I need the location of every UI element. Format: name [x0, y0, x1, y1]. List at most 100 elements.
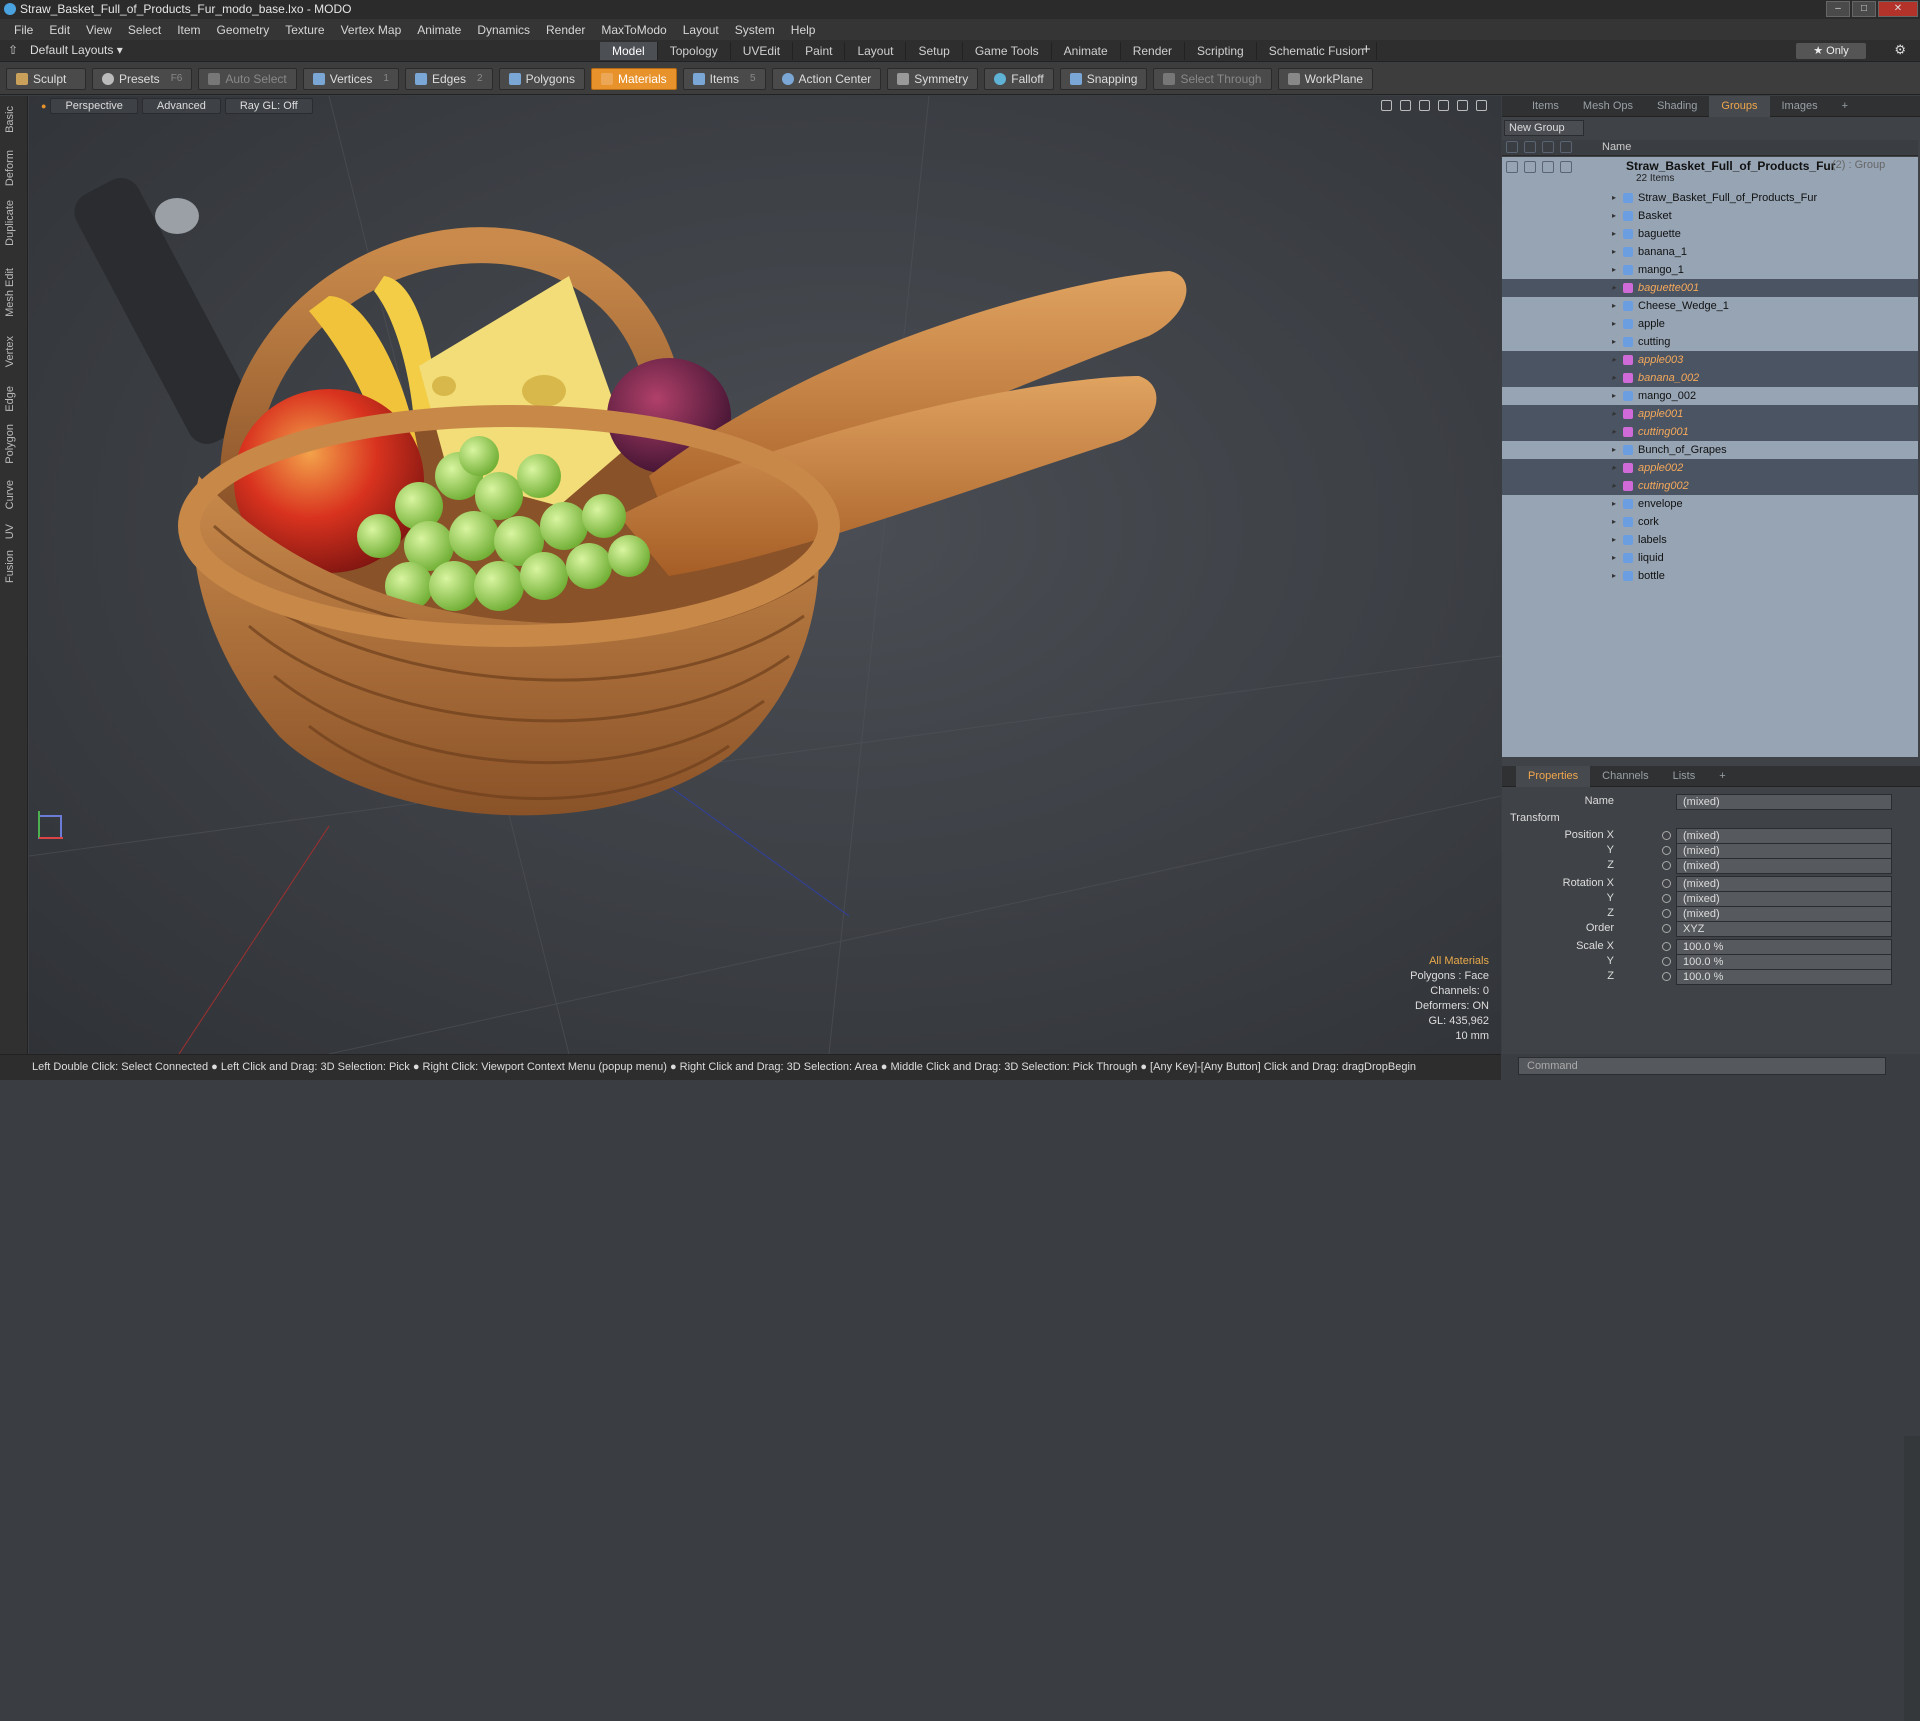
- workplane-button[interactable]: WorkPlane: [1277, 67, 1374, 90]
- expand-icon[interactable]: ▸: [1612, 351, 1616, 369]
- keyframe-icon[interactable]: [1662, 831, 1671, 840]
- left-tab-duplicate[interactable]: Duplicate: [4, 200, 16, 246]
- keyframe-icon[interactable]: [1662, 942, 1671, 951]
- order-dropdown[interactable]: XYZ: [1676, 921, 1892, 937]
- only-button[interactable]: ★ Only: [1796, 43, 1866, 59]
- left-tab-deform[interactable]: Deform: [4, 150, 16, 186]
- visibility-icon[interactable]: [1506, 161, 1518, 173]
- select-through-button[interactable]: Select Through: [1153, 67, 1272, 90]
- position-z-field[interactable]: (mixed): [1676, 858, 1892, 874]
- tab-animate[interactable]: Animate: [1052, 42, 1121, 60]
- position-y-field[interactable]: (mixed): [1676, 843, 1892, 859]
- keyframe-icon[interactable]: [1662, 924, 1671, 933]
- expand-icon[interactable]: ▸: [1612, 567, 1616, 585]
- visibility-icon[interactable]: [1506, 141, 1518, 153]
- list-item[interactable]: ▸ cutting002: [1502, 477, 1918, 495]
- menu-item[interactable]: Item: [169, 23, 208, 37]
- props-tab-channels[interactable]: Channels: [1590, 766, 1660, 787]
- list-item[interactable]: ▸ Bunch_of_Grapes: [1502, 441, 1918, 459]
- keyframe-icon[interactable]: [1662, 846, 1671, 855]
- menu-select[interactable]: Select: [120, 23, 169, 37]
- render-icon[interactable]: [1524, 141, 1536, 153]
- maximize-button[interactable]: □: [1852, 1, 1876, 17]
- vertices-button[interactable]: Vertices 1: [302, 67, 399, 90]
- panel-tab-groups[interactable]: Groups: [1709, 95, 1770, 117]
- panel-tab-items[interactable]: Items: [1520, 96, 1571, 117]
- menu-vertex-map[interactable]: Vertex Map: [333, 23, 410, 37]
- panel-tab-shading[interactable]: Shading: [1645, 96, 1709, 117]
- list-item[interactable]: ▸ cutting001: [1502, 423, 1918, 441]
- menu-layout[interactable]: Layout: [675, 23, 727, 37]
- tab-scripting[interactable]: Scripting: [1185, 42, 1257, 60]
- expand-icon[interactable]: ▸: [1612, 405, 1616, 423]
- expand-icon[interactable]: ▸: [1612, 495, 1616, 513]
- render-icon[interactable]: [1524, 161, 1536, 173]
- expand-icon[interactable]: ▸: [1612, 459, 1616, 477]
- list-item[interactable]: ▸ baguette: [1502, 225, 1918, 243]
- left-tab-curve[interactable]: Curve: [4, 480, 16, 509]
- expand-icon[interactable]: ▸: [1612, 207, 1616, 225]
- symmetry-button[interactable]: Symmetry: [887, 67, 979, 90]
- transform-section[interactable]: Transform: [1510, 812, 1560, 824]
- menu-file[interactable]: File: [6, 23, 41, 37]
- rotation-x-field[interactable]: (mixed): [1676, 876, 1892, 892]
- edges-button[interactable]: Edges 2: [404, 67, 493, 90]
- list-item[interactable]: ▸ liquid: [1502, 549, 1918, 567]
- panel-tab-mesh-ops[interactable]: Mesh Ops: [1571, 96, 1645, 117]
- tab-render[interactable]: Render: [1121, 42, 1186, 60]
- scale-y-field[interactable]: 100.0 %: [1676, 954, 1892, 970]
- command-input[interactable]: Command: [1518, 1057, 1886, 1075]
- list-item[interactable]: ▸ apple003: [1502, 351, 1918, 369]
- group-list[interactable]: Straw_Basket_Full_of_Products_Fur (2) : …: [1502, 157, 1918, 757]
- falloff-button[interactable]: Falloff: [984, 67, 1054, 90]
- list-item[interactable]: ▸ apple002: [1502, 459, 1918, 477]
- list-item[interactable]: ▸ bottle: [1502, 567, 1918, 585]
- menu-help[interactable]: Help: [783, 23, 824, 37]
- expand-icon[interactable]: ▸: [1612, 261, 1616, 279]
- menu-maxtomodo[interactable]: MaxToModo: [593, 23, 674, 37]
- expand-icon[interactable]: ▸: [1612, 297, 1616, 315]
- list-item[interactable]: ▸ Cheese_Wedge_1: [1502, 297, 1918, 315]
- tab-game-tools[interactable]: Game Tools: [963, 42, 1052, 60]
- left-tab-edge[interactable]: Edge: [4, 386, 16, 412]
- list-item[interactable]: ▸ cork: [1502, 513, 1918, 531]
- polygons-button[interactable]: Polygons: [498, 67, 585, 90]
- left-tab-fusion[interactable]: Fusion: [4, 550, 16, 583]
- default-layouts-dropdown[interactable]: Default Layouts ▾: [30, 43, 123, 57]
- list-item[interactable]: ▸ baguette001: [1502, 279, 1918, 297]
- expand-icon[interactable]: ▸: [1612, 279, 1616, 297]
- left-tab-polygon[interactable]: Polygon: [4, 424, 16, 464]
- menu-animate[interactable]: Animate: [409, 23, 469, 37]
- select-icon[interactable]: [1560, 141, 1572, 153]
- expand-icon[interactable]: ▸: [1612, 477, 1616, 495]
- props-tab-lists[interactable]: Lists: [1661, 766, 1708, 787]
- left-tab-mesh-edit[interactable]: Mesh Edit: [4, 268, 16, 317]
- materials-button[interactable]: Materials: [590, 67, 677, 90]
- menu-dynamics[interactable]: Dynamics: [469, 23, 538, 37]
- keyframe-icon[interactable]: [1662, 972, 1671, 981]
- expand-icon[interactable]: ▸: [1612, 369, 1616, 387]
- menu-texture[interactable]: Texture: [277, 23, 332, 37]
- list-item[interactable]: ▸ banana_002: [1502, 369, 1918, 387]
- menu-system[interactable]: System: [727, 23, 783, 37]
- rotation-y-field[interactable]: (mixed): [1676, 891, 1892, 907]
- close-button[interactable]: ✕: [1878, 1, 1918, 17]
- add-tab-icon[interactable]: +: [1362, 41, 1371, 58]
- expand-icon[interactable]: ▸: [1612, 243, 1616, 261]
- gear-icon[interactable]: ⚙: [1894, 42, 1906, 58]
- expand-icon[interactable]: ▸: [1612, 441, 1616, 459]
- props-tab-properties[interactable]: Properties: [1516, 765, 1591, 787]
- list-item[interactable]: ▸ Straw_Basket_Full_of_Products_Fur: [1502, 189, 1918, 207]
- keyframe-icon[interactable]: [1662, 909, 1671, 918]
- lock-icon[interactable]: [1542, 161, 1554, 173]
- select-icon[interactable]: [1560, 161, 1572, 173]
- expand-icon[interactable]: ▸: [1612, 333, 1616, 351]
- expand-icon[interactable]: ▸: [1612, 387, 1616, 405]
- 3d-viewport[interactable]: ● Perspective Advanced Ray GL: Off All M…: [29, 96, 1501, 1054]
- lock-icon[interactable]: [1542, 141, 1554, 153]
- scale-x-field[interactable]: 100.0 %: [1676, 939, 1892, 955]
- name-field[interactable]: (mixed): [1676, 794, 1892, 810]
- tab-schematic-fusion[interactable]: Schematic Fusion: [1257, 42, 1378, 60]
- expand-icon[interactable]: ▸: [1612, 189, 1616, 207]
- keyframe-icon[interactable]: [1662, 894, 1671, 903]
